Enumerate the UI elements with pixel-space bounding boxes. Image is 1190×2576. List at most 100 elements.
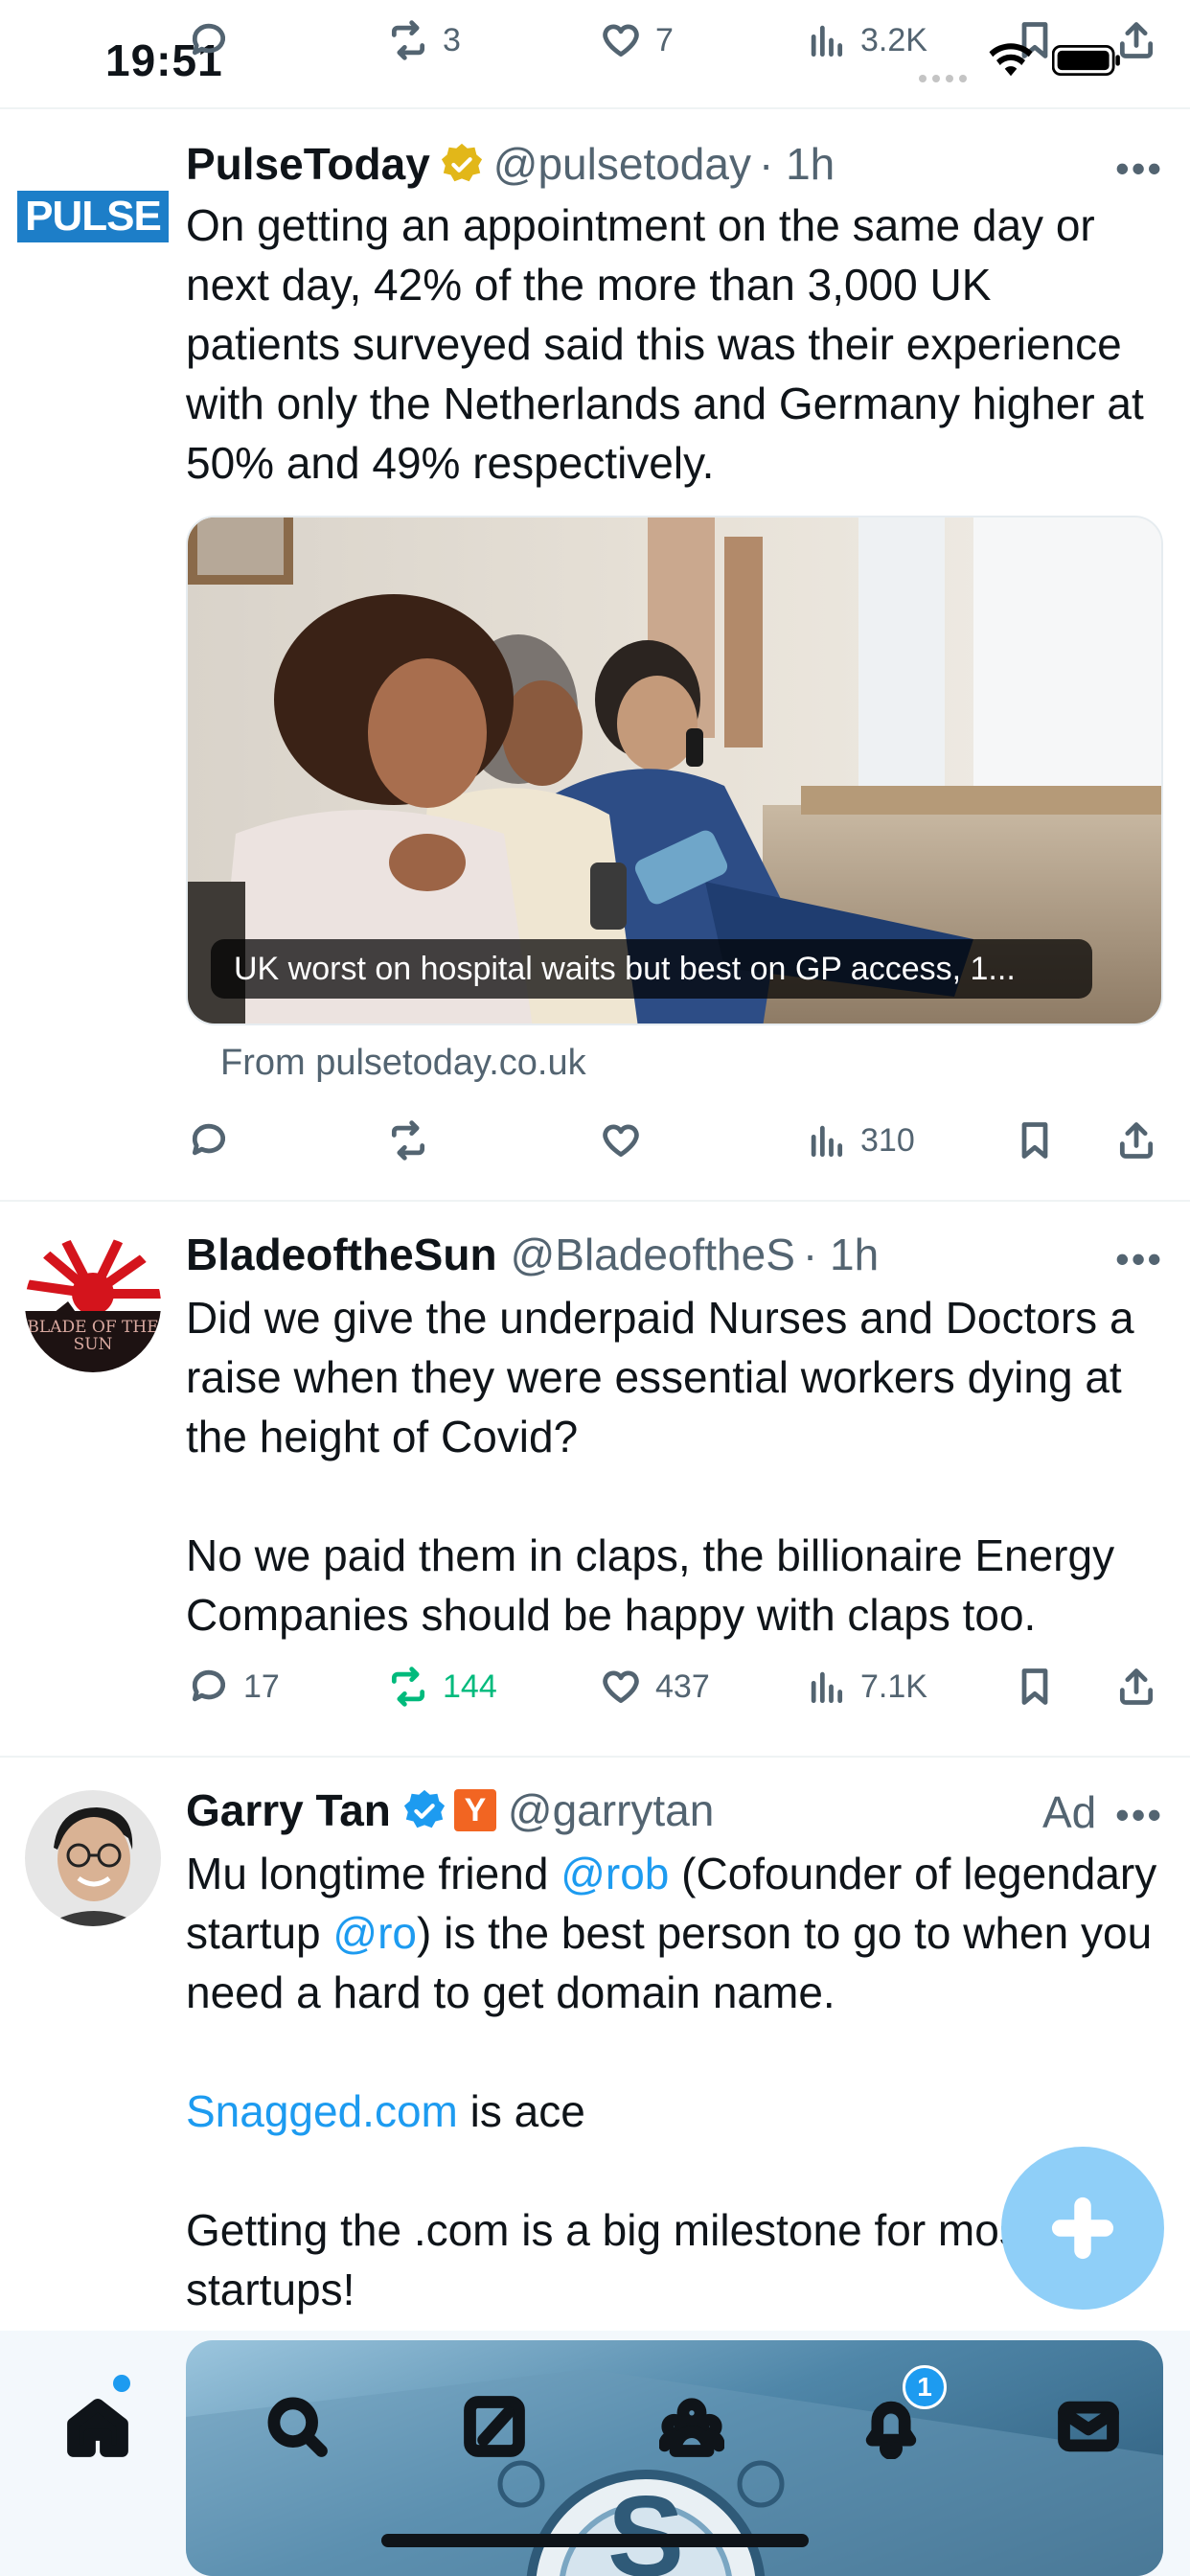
- text-segment: is ace: [457, 2086, 585, 2136]
- tweet-text-paragraph-2: Snagged.com is ace: [186, 2082, 1163, 2141]
- views-icon: [811, 25, 843, 58]
- tweet-time: · 1h: [802, 1230, 880, 1279]
- share-button[interactable]: [1115, 1666, 1157, 1708]
- repost-icon: [391, 20, 425, 60]
- svg-text:S: S: [607, 2472, 684, 2576]
- mention-ro[interactable]: @ro: [332, 1908, 417, 1958]
- repost-icon: [391, 1120, 425, 1161]
- link-card-caption: UK worst on hospital waits but best on G…: [211, 939, 1092, 999]
- repost-count: 3: [443, 21, 461, 58]
- tweet-text: On getting an appointment on the same da…: [186, 200, 1144, 488]
- like-button[interactable]: 437: [600, 1666, 710, 1708]
- share-icon: [1119, 1668, 1154, 1705]
- person-avatar: [25, 1790, 161, 1926]
- author-name[interactable]: BladeoftheSun: [186, 1229, 497, 1280]
- verified-gold-icon: [441, 143, 482, 182]
- pulse-logo-avatar[interactable]: PULSE: [17, 190, 169, 243]
- wifi-icon: [987, 42, 1035, 83]
- repost-button[interactable]: [387, 1119, 429, 1162]
- reply-icon: [192, 1123, 226, 1156]
- view-count: 310: [860, 1121, 915, 1159]
- tweet-bladeofthesun[interactable]: BLADE OF THE SUN BladeoftheSun @Bladeoft…: [0, 1204, 1190, 1758]
- author-name[interactable]: Garry Tan: [186, 1784, 391, 1836]
- home-indicator: [381, 2534, 809, 2547]
- heart-icon: [603, 1124, 639, 1158]
- repost-icon: [391, 1667, 425, 1707]
- signal-dots: [918, 71, 970, 82]
- tweet-pulsetoday[interactable]: PULSE PulseToday @pulsetoday · 1h ••• On…: [0, 111, 1190, 1202]
- author-handle[interactable]: @pulsetoday: [493, 138, 751, 190]
- share-icon: [1119, 1122, 1154, 1159]
- tweet-text-paragraph-1: Mu longtime friend @rob (Cofounder of le…: [186, 1844, 1163, 2022]
- repost-button[interactable]: 3: [387, 19, 461, 61]
- link-card-image[interactable]: UK worst on hospital waits but best on G…: [186, 516, 1163, 1025]
- avatar[interactable]: BLADE OF THE SUN: [25, 1236, 161, 1372]
- tweet-time: · 1h: [758, 139, 835, 189]
- views-icon: [811, 1125, 843, 1158]
- communities-icon: [659, 2398, 724, 2457]
- more-options-icon[interactable]: •••: [1115, 146, 1163, 192]
- ycombinator-badge: Y: [453, 1789, 496, 1831]
- nav-grok[interactable]: [456, 2388, 533, 2465]
- avatar-text: BLADE OF THE SUN: [27, 1318, 159, 1354]
- link-card-source[interactable]: From pulsetoday.co.uk: [220, 1043, 586, 1084]
- mention-rob[interactable]: @rob: [561, 1849, 669, 1898]
- reply-button[interactable]: [188, 1119, 230, 1162]
- home-icon: [67, 2398, 128, 2457]
- share-button[interactable]: [1115, 1119, 1157, 1162]
- share-button[interactable]: [1115, 19, 1157, 61]
- home-unread-dot: [113, 2375, 130, 2392]
- repost-button[interactable]: 144: [387, 1666, 497, 1708]
- author-handle[interactable]: @BladeoftheS: [511, 1229, 795, 1280]
- author-name[interactable]: PulseToday: [186, 138, 430, 190]
- reply-icon: [192, 23, 226, 56]
- tweet-header: BladeoftheSun @BladeoftheS · 1h: [186, 1229, 879, 1280]
- like-count: 437: [655, 1668, 710, 1705]
- heart-icon: [603, 1670, 639, 1704]
- heart-icon: [603, 24, 639, 58]
- tweet-text-paragraph-2: No we paid them in claps, the billionair…: [186, 1530, 1115, 1640]
- views-button[interactable]: 310: [805, 1119, 915, 1162]
- like-count: 7: [655, 21, 674, 58]
- verified-blue-icon: [403, 1789, 445, 1828]
- bookmark-button[interactable]: [1014, 1119, 1056, 1162]
- share-icon: [1119, 22, 1154, 58]
- link-snagged[interactable]: Snagged.com: [186, 2086, 458, 2136]
- bookmark-button[interactable]: [1014, 1666, 1056, 1708]
- reply-button[interactable]: 17: [188, 1666, 280, 1708]
- tweet-header: Garry Tan Y @garrytan: [186, 1784, 714, 1836]
- view-count: 3.2K: [860, 21, 927, 58]
- like-button[interactable]: 7: [600, 19, 674, 61]
- status-bar: 19:51 3 7 3.2K: [0, 0, 1190, 109]
- avatar[interactable]: [25, 1790, 161, 1926]
- tweet-text-paragraph-1: Did we give the underpaid Nurses and Doc…: [186, 1293, 1134, 1461]
- views-button[interactable]: 7.1K: [805, 1666, 927, 1708]
- like-button[interactable]: [600, 1119, 642, 1162]
- reply-count: 17: [243, 1668, 280, 1705]
- text-segment: Mu longtime friend: [186, 1849, 561, 1898]
- grok-icon: [464, 2396, 525, 2457]
- nav-search[interactable]: [259, 2388, 335, 2465]
- mail-icon: [1058, 2401, 1119, 2452]
- tweet-text-paragraph-3: Getting the .com is a big milestone for …: [186, 2205, 1034, 2314]
- tweet-header: PulseToday @pulsetoday · 1h: [186, 138, 835, 190]
- search-icon: [267, 2397, 328, 2457]
- reply-icon: [192, 1669, 226, 1702]
- nav-messages[interactable]: [1050, 2388, 1127, 2465]
- author-handle[interactable]: @garrytan: [508, 1784, 714, 1836]
- battery-icon: [1051, 44, 1121, 81]
- views-icon: [811, 1671, 843, 1704]
- view-count: 7.1K: [860, 1668, 927, 1705]
- repost-count: 144: [443, 1668, 497, 1705]
- compose-button[interactable]: [1001, 2147, 1164, 2310]
- ad-label: Ad: [1042, 1787, 1097, 1837]
- more-options-icon[interactable]: •••: [1115, 1792, 1163, 1838]
- nav-home[interactable]: [59, 2388, 136, 2465]
- plus-icon: [1051, 2196, 1114, 2260]
- reply-button[interactable]: [188, 19, 230, 61]
- nav-communities[interactable]: [653, 2388, 730, 2465]
- bookmark-icon: [1021, 1668, 1048, 1705]
- bookmark-icon: [1021, 1122, 1048, 1159]
- more-options-icon[interactable]: •••: [1115, 1236, 1163, 1282]
- views-button[interactable]: 3.2K: [805, 19, 927, 61]
